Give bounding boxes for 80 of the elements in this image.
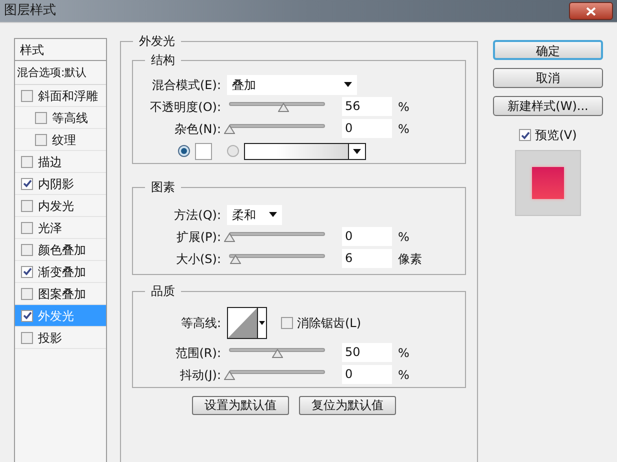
field-label: 扩展(P): [175, 228, 222, 246]
unit-label: % [398, 228, 410, 246]
dropdown-arrow-icon [353, 148, 361, 154]
dropdown-arrow-icon [344, 82, 352, 87]
checkbox[interactable] [21, 200, 33, 212]
checkbox[interactable] [21, 310, 33, 322]
default-value-button[interactable]: 复位为默认值 [299, 396, 396, 415]
close-icon [586, 6, 596, 16]
field-label: 混合模式(E): [151, 76, 222, 94]
slider-thumb[interactable] [278, 102, 289, 112]
style-list-item[interactable]: 颜色叠加 [15, 239, 106, 261]
style-list-item[interactable]: 光泽 [15, 217, 106, 239]
slider-thumb[interactable] [224, 370, 235, 380]
checkbox[interactable] [21, 222, 33, 234]
style-list-item[interactable]: 内阴影 [15, 173, 106, 195]
style-list-item[interactable]: 渐变叠加 [15, 261, 106, 283]
blending-options-item[interactable]: 混合选项:默认 [15, 61, 106, 85]
dropdown-arrow-icon [269, 212, 277, 217]
value-field[interactable]: 0 [342, 227, 392, 246]
dialog-button[interactable]: 确定 [493, 40, 603, 60]
checkbox[interactable] [519, 129, 532, 141]
unit-label: % [398, 344, 410, 362]
preview-swatch [532, 167, 564, 199]
window-title: 图层样式 [4, 2, 56, 20]
style-list-item[interactable]: 内发光 [15, 195, 106, 217]
group-title: 外发光 [133, 33, 181, 49]
style-list-item[interactable]: 纹理 [15, 129, 106, 151]
checkbox[interactable] [21, 178, 33, 190]
value-field[interactable]: 50 [342, 343, 392, 362]
radio-button[interactable] [178, 145, 190, 157]
unit-label: % [398, 98, 410, 116]
checkbox[interactable] [21, 244, 33, 256]
style-list-item[interactable]: 投影 [15, 327, 106, 349]
checkbox[interactable] [35, 112, 47, 124]
slider-thumb[interactable] [230, 254, 241, 264]
radio-button[interactable] [227, 145, 239, 157]
color-swatch[interactable] [195, 142, 212, 160]
slider-thumb[interactable] [224, 124, 235, 134]
slider-thumb[interactable] [224, 232, 235, 242]
checkbox[interactable] [281, 317, 293, 329]
group-title: 品质 [145, 283, 181, 299]
field-label: 大小(S): [174, 250, 222, 268]
group-title: 结构 [145, 52, 181, 68]
value-field[interactable]: 56 [342, 97, 392, 116]
blend-mode-dropdown[interactable]: 叠加 [227, 74, 357, 94]
checkbox[interactable] [21, 90, 33, 102]
field-label: 等高线: [180, 315, 222, 332]
field-label: 不透明度(O): [149, 98, 222, 116]
contour-curve-icon [228, 308, 257, 338]
value-field[interactable]: 0 [342, 119, 392, 138]
field-label: 方法(Q): [173, 206, 222, 224]
checkbox[interactable] [21, 332, 33, 344]
value-field[interactable]: 6 [342, 249, 392, 268]
anti-alias-label: 消除锯齿(L) [297, 315, 362, 332]
dropdown-arrow-icon [259, 321, 265, 325]
field-label: 抖动(J): [179, 366, 222, 384]
gradient-picker[interactable] [244, 142, 366, 160]
contour-picker[interactable] [227, 307, 267, 339]
style-list-item[interactable]: 等高线 [15, 107, 106, 129]
technique-dropdown[interactable]: 柔和 [227, 204, 282, 224]
preview-label: 预览(V) [535, 127, 577, 144]
group-title: 图素 [145, 179, 181, 195]
dialog-button[interactable]: 取消 [493, 68, 603, 88]
checkbox[interactable] [35, 134, 47, 146]
value-field[interactable]: 0 [342, 365, 392, 384]
style-list-item[interactable]: 描边 [15, 151, 106, 173]
checkbox[interactable] [21, 288, 33, 300]
unit-label: % [398, 120, 410, 138]
field-label: 范围(R): [174, 344, 222, 362]
checkbox[interactable] [21, 156, 33, 168]
field-label: 杂色(N): [174, 120, 222, 138]
dialog-button[interactable]: 新建样式(W)... [493, 96, 603, 116]
unit-label: % [398, 366, 410, 384]
unit-label: 像素 [398, 250, 422, 268]
list-header: 样式 [15, 39, 106, 61]
slider-thumb[interactable] [272, 348, 283, 358]
style-list-item[interactable]: 斜面和浮雕 [15, 85, 106, 107]
default-value-button[interactable]: 设置为默认值 [192, 396, 289, 415]
close-button[interactable] [569, 2, 613, 20]
checkbox[interactable] [21, 266, 33, 278]
